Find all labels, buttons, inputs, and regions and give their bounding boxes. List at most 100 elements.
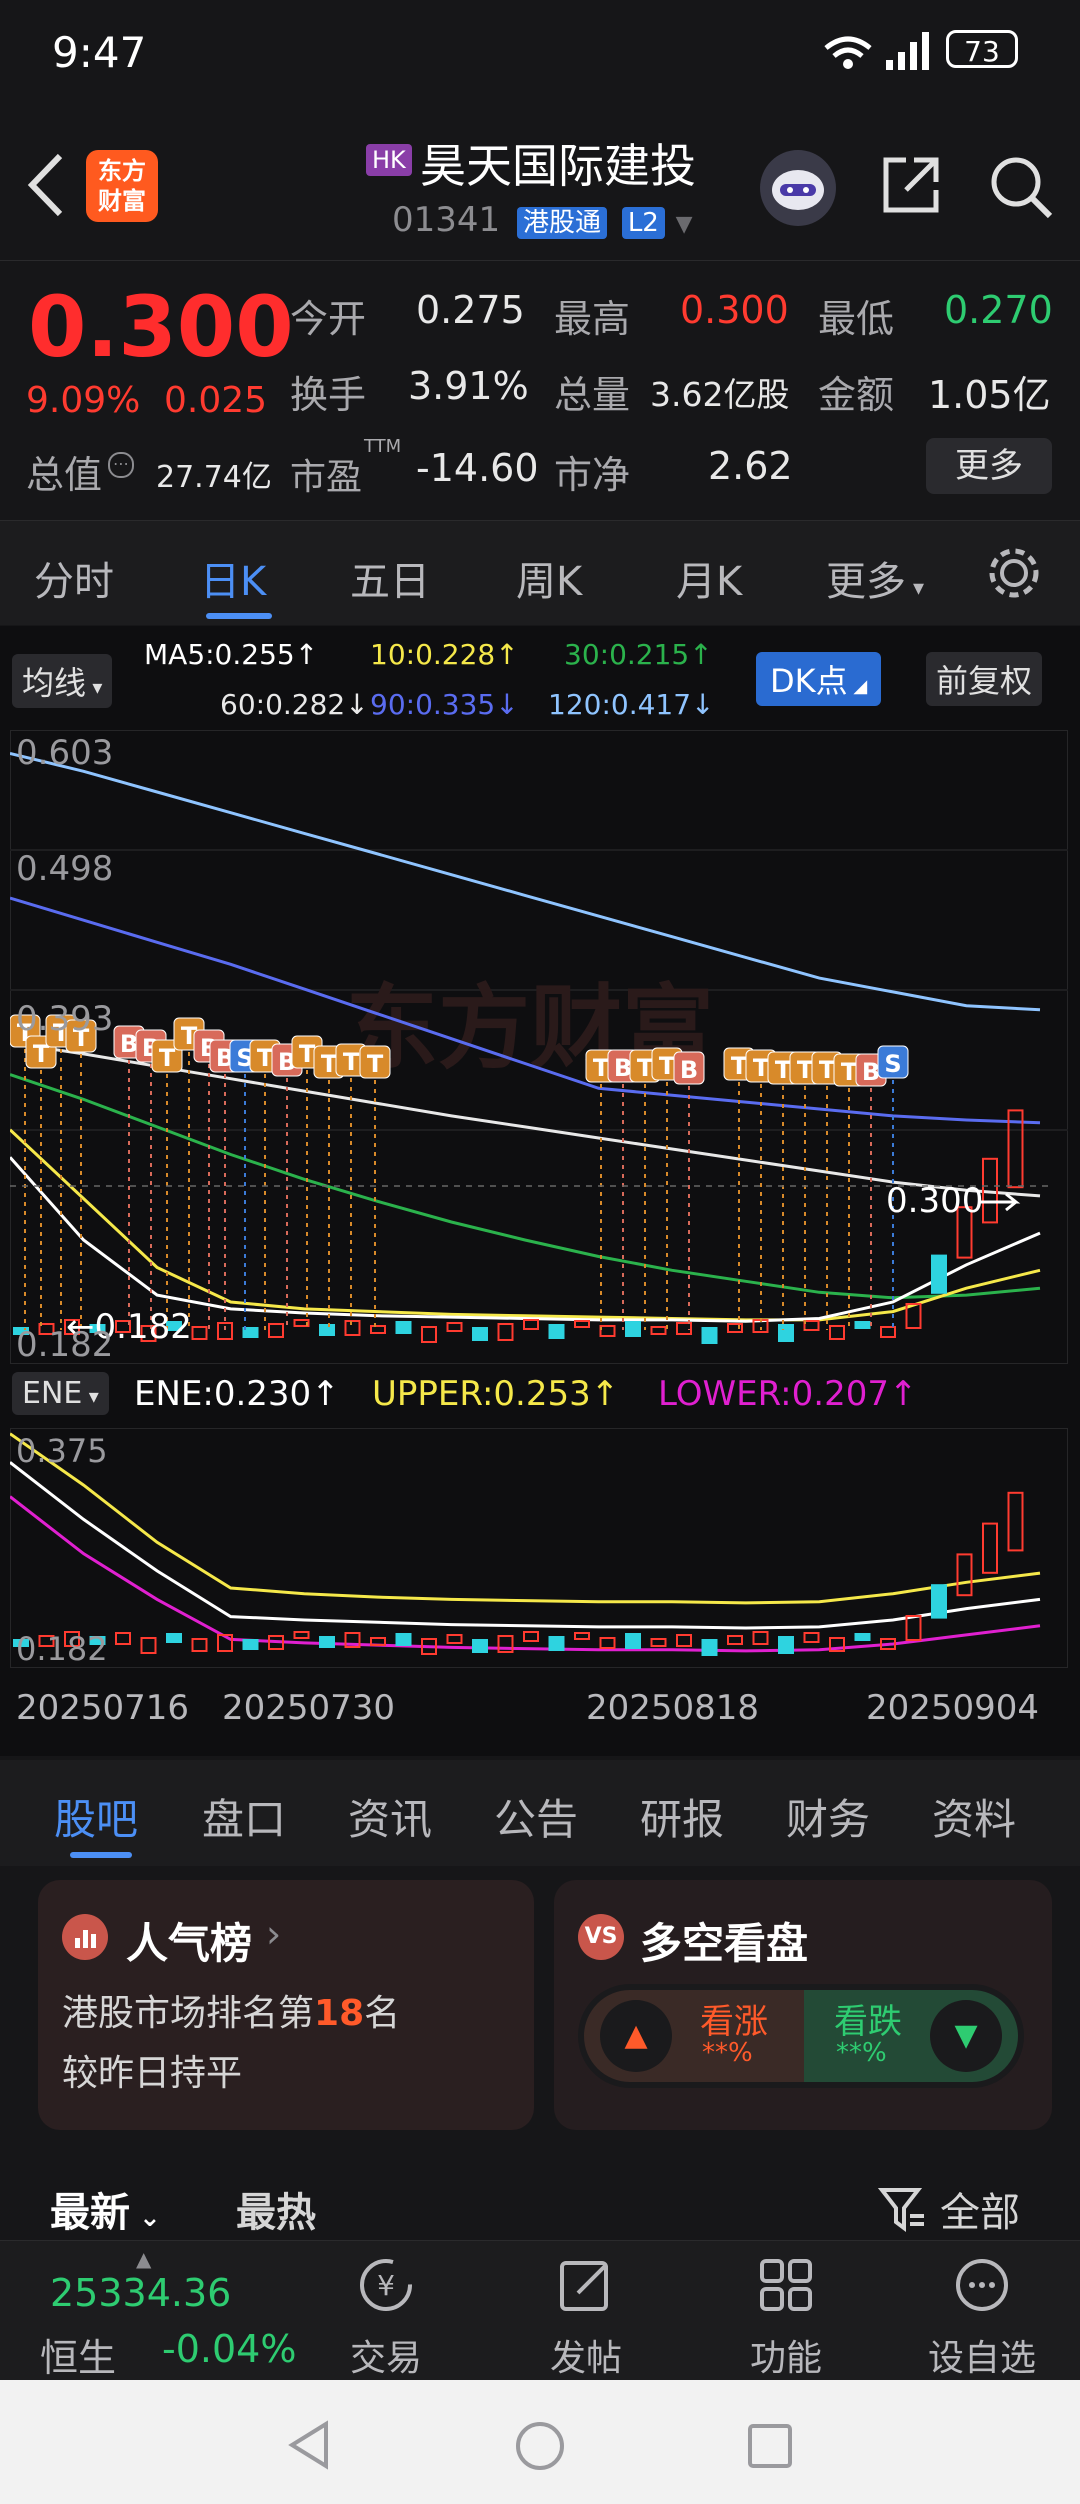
- tab-daily-k[interactable]: 日K: [200, 549, 266, 607]
- ene-value: ENE:0.230↑: [134, 1374, 340, 1414]
- candle: [727, 1635, 743, 1645]
- feed-tab-hot[interactable]: 最热: [236, 2180, 316, 2238]
- pe-ttm-superscript: TTM: [364, 436, 402, 457]
- candle: [701, 1639, 718, 1656]
- nav-trade[interactable]: 交易: [316, 2329, 456, 2381]
- nav-functions[interactable]: 功能: [716, 2329, 856, 2381]
- filter-all-label[interactable]: 全部: [940, 2180, 1020, 2238]
- adjust-selector[interactable]: 前复权: [926, 652, 1043, 706]
- trade-signal-marker[interactable]: B: [113, 1025, 145, 1330]
- share-icon[interactable]: [878, 152, 944, 218]
- search-icon[interactable]: [986, 152, 1056, 222]
- triangle-down-icon[interactable]: ▼: [930, 2000, 1002, 2072]
- level2-tag: L2: [621, 207, 665, 239]
- tab-research[interactable]: 研报: [640, 1786, 724, 1847]
- rank-prefix: 港股市场排名第: [62, 1993, 315, 2034]
- tab-financials[interactable]: 财务: [786, 1786, 870, 1847]
- candle: [599, 1325, 616, 1337]
- trade-signal-marker[interactable]: B: [135, 1029, 167, 1330]
- candle: [497, 1323, 514, 1341]
- assistant-robot-icon[interactable]: [760, 150, 836, 226]
- feed-tab-latest[interactable]: 最新 ⌄: [50, 2180, 161, 2238]
- corner-arrow-icon: ◢: [847, 676, 868, 697]
- svg-text:T: T: [775, 1056, 792, 1084]
- svg-text:B: B: [862, 1058, 880, 1086]
- triangle-up-icon[interactable]: ▲: [600, 2000, 672, 2072]
- system-recents-icon[interactable]: [746, 2422, 794, 2470]
- candle: [574, 1632, 590, 1640]
- candle: [166, 1633, 182, 1643]
- tab-more-label: 更多: [826, 559, 906, 605]
- dk-point-toggle[interactable]: DK点 ◢: [756, 652, 882, 706]
- period-tabs: 分时 日K 五日 周K 月K 更多 ▾: [0, 520, 1080, 625]
- rank-change: 较昨日持平: [62, 2053, 243, 2094]
- current-price-tag: 0.300: [886, 1181, 983, 1221]
- system-home-icon[interactable]: [514, 2420, 566, 2472]
- trade-signal-marker[interactable]: T: [723, 1047, 755, 1330]
- trade-signal-marker[interactable]: T: [65, 1019, 97, 1330]
- tab-orderbook[interactable]: 盘口: [202, 1786, 286, 1847]
- tab-weekly-k[interactable]: 周K: [516, 549, 582, 607]
- trade-signal-marker[interactable]: T: [335, 1043, 367, 1330]
- gear-icon[interactable]: [986, 545, 1042, 601]
- svg-text:¥: ¥: [377, 2269, 395, 2302]
- ma90-label: 90:0.335↓: [370, 688, 519, 721]
- candle: [140, 1637, 157, 1654]
- index-name[interactable]: 恒生: [40, 2327, 116, 2382]
- trade-signal-marker[interactable]: B: [855, 1053, 887, 1330]
- tab-forum[interactable]: 股吧: [54, 1786, 138, 1847]
- svg-text:B: B: [120, 1030, 138, 1058]
- tab-monthly-k[interactable]: 月K: [676, 549, 742, 607]
- trade-signal-marker[interactable]: B: [209, 1039, 241, 1330]
- trade-signal-marker[interactable]: T: [811, 1051, 843, 1330]
- svg-text:T: T: [753, 1054, 770, 1082]
- wifi-signal-icon: [824, 32, 929, 70]
- ene-y-tick-1: 0.375: [16, 1432, 108, 1470]
- tab-announcements[interactable]: 公告: [494, 1786, 578, 1847]
- logo-line-1: 东方: [98, 157, 146, 185]
- chevron-down-icon[interactable]: ▼: [676, 212, 693, 237]
- dk-point-label: DK点: [770, 662, 848, 700]
- tab-intraday[interactable]: 分时: [34, 549, 114, 607]
- y-tick-2: 0.498: [16, 849, 113, 889]
- ene-selector[interactable]: ENE ▾: [12, 1372, 109, 1415]
- candle: [472, 1639, 488, 1653]
- date-label-2: 20250730: [222, 1688, 396, 1728]
- back-arrow-icon[interactable]: [20, 150, 70, 220]
- candle: [191, 1326, 208, 1340]
- nav-add-watchlist[interactable]: 设自选: [912, 2329, 1052, 2381]
- ene-lower: LOWER:0.207↑: [658, 1374, 918, 1414]
- trade-signal-marker[interactable]: T: [359, 1045, 391, 1330]
- trade-signal-marker[interactable]: T: [313, 1045, 345, 1330]
- tab-profile[interactable]: 资料: [932, 1786, 1016, 1847]
- change-pct: 9.09%: [26, 380, 141, 421]
- series-line-upper: [10, 1432, 1041, 1605]
- trade-signal-marker[interactable]: T: [651, 1047, 683, 1330]
- trade-signal-marker[interactable]: T: [151, 1039, 183, 1330]
- filter-icon[interactable]: [878, 2184, 928, 2232]
- svg-text:T: T: [797, 1056, 814, 1084]
- turnover-label: 换手: [290, 373, 367, 417]
- main-kline-chart[interactable]: 东方财富 TTT T B BTT BB S T B T T T T T B T T B T T T T T T B S 0.30…: [10, 730, 1068, 1364]
- more-quote-button[interactable]: 更多: [926, 438, 1052, 494]
- trade-signal-marker[interactable]: T: [585, 1049, 617, 1330]
- caret-down-icon: ▾: [82, 1384, 99, 1408]
- index-value[interactable]: 25334.36: [50, 2271, 231, 2315]
- date-label-4: 20250904: [866, 1688, 1040, 1728]
- info-dots-icon[interactable]: ⋯: [108, 452, 134, 478]
- ma-selector[interactable]: 均线 ▾: [12, 654, 113, 708]
- tab-news[interactable]: 资讯: [348, 1786, 432, 1847]
- tab-more-periods[interactable]: 更多 ▾: [826, 549, 924, 607]
- trade-signal-marker[interactable]: T: [745, 1049, 777, 1330]
- trade-signal-marker[interactable]: B: [193, 1029, 225, 1330]
- ma120-label: 120:0.417↓: [548, 688, 715, 721]
- candle: [778, 1324, 794, 1342]
- ene-chart[interactable]: 0.375 0.182: [10, 1428, 1068, 1668]
- trade-signal-marker[interactable]: B: [673, 1051, 705, 1330]
- trade-signal-marker[interactable]: T: [833, 1053, 865, 1330]
- open-label: 今开: [290, 297, 367, 341]
- nav-post[interactable]: 发帖: [516, 2329, 656, 2381]
- tab-five-day[interactable]: 五日: [350, 549, 430, 607]
- system-back-icon[interactable]: [286, 2420, 332, 2470]
- candle: [395, 1321, 412, 1334]
